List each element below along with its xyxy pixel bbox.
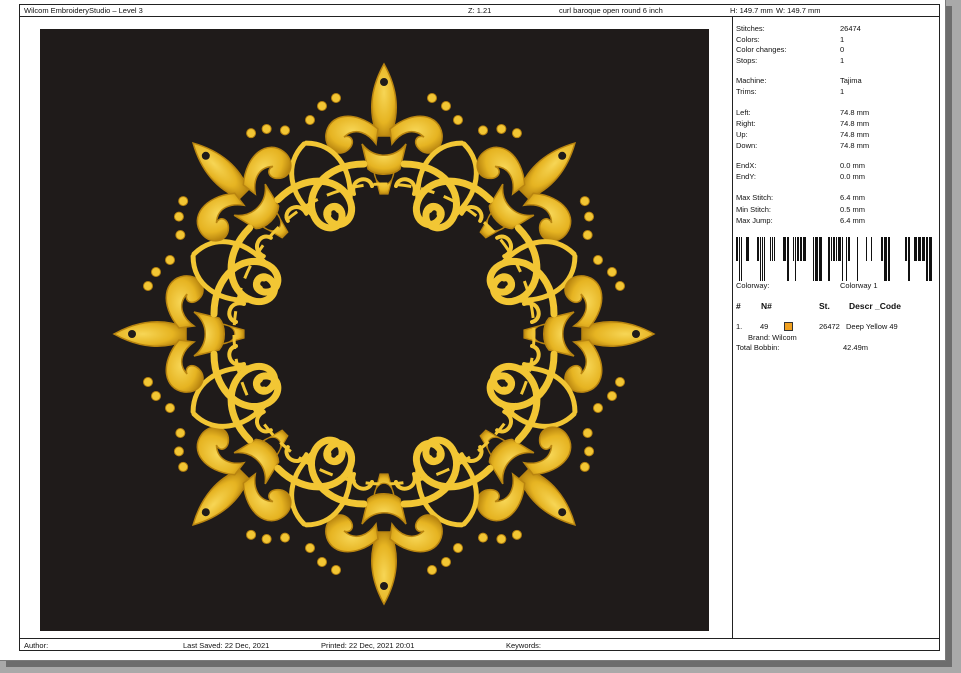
design-width: W: 149.7 mm — [776, 6, 821, 15]
keywords-label: Keywords: — [506, 641, 542, 650]
stat-value: 1 — [840, 87, 845, 96]
stat-label: EndY: — [736, 172, 757, 181]
stat-value: 6.4 mm — [840, 216, 866, 225]
app-title: Wilcom EmbroideryStudio – Level 3 — [24, 6, 143, 15]
page-shadow — [946, 6, 952, 666]
stat-label: Machine: — [736, 76, 767, 85]
stat-value: 74.8 mm — [840, 119, 870, 128]
thread-row-code: 49 — [760, 322, 769, 331]
total-bobbin-label: Total Bobbin: — [736, 343, 780, 352]
stat-value: 0.0 mm — [840, 172, 866, 181]
colorway-value: Colorway 1 — [840, 281, 878, 290]
design-name: curl baroque open round 6 inch — [559, 6, 663, 15]
design-canvas — [40, 29, 709, 631]
total-bobbin-value: 42.49m — [843, 343, 869, 352]
zoom-readout: Z: 1.21 — [468, 6, 492, 15]
thread-row-stitches: 26472 — [819, 322, 840, 331]
stat-value: 1 — [840, 56, 845, 65]
stat-label: Max Jump: — [736, 216, 773, 225]
stat-label: Stops: — [736, 56, 758, 65]
stat-label: Left: — [736, 108, 751, 117]
stat-value: 74.8 mm — [840, 141, 870, 150]
stat-label: Down: — [736, 141, 758, 150]
thread-row-descr: Deep Yellow 49 — [846, 322, 898, 331]
printed-date: Printed: 22 Dec, 2021 20:01 — [321, 641, 415, 650]
thread-row-index: 1. — [736, 322, 743, 331]
barcode-icon — [736, 237, 932, 281]
stat-label: Min Stitch: — [736, 205, 772, 214]
stat-value: 6.4 mm — [840, 193, 866, 202]
design-height: H: 149.7 mm — [730, 6, 773, 15]
header-divider — [19, 16, 940, 17]
thread-col-descr: Descr _Code — [849, 301, 901, 311]
stat-label: Max Stitch: — [736, 193, 774, 202]
last-saved: Last Saved: 22 Dec, 2021 — [183, 641, 270, 650]
print-preview-sheet: Wilcom EmbroideryStudio – Level 3 Z: 1.2… — [0, 0, 946, 661]
thread-col-index: # — [736, 301, 741, 311]
page-shadow — [6, 661, 952, 667]
stat-value: 0.5 mm — [840, 205, 866, 214]
footer-divider — [19, 638, 940, 639]
stat-label: Trims: — [736, 87, 757, 96]
thread-col-code: N# — [761, 301, 772, 311]
stat-label: Color changes: — [736, 45, 787, 54]
stat-value: 0 — [840, 45, 845, 54]
stat-value: 1 — [840, 35, 845, 44]
stat-value: Tajima — [840, 76, 862, 85]
author-label: Author: — [24, 641, 49, 650]
stat-value: 26474 — [840, 24, 861, 33]
stat-label: Colors: — [736, 35, 760, 44]
thread-color-swatch — [784, 322, 793, 331]
colorway-label: Colorway: — [736, 281, 770, 290]
panel-divider — [732, 16, 733, 638]
stat-label: Stitches: — [736, 24, 765, 33]
stat-label: Right: — [736, 119, 756, 128]
stat-value: 0.0 mm — [840, 161, 866, 170]
stat-value: 74.8 mm — [840, 130, 870, 139]
stat-value: 74.8 mm — [840, 108, 870, 117]
stat-label: Up: — [736, 130, 748, 139]
thread-col-stitches: St. — [819, 301, 830, 311]
thread-row-brand: Brand: Wilcom — [748, 333, 797, 342]
baroque-wreath-embroidery — [112, 62, 656, 606]
stat-label: EndX: — [736, 161, 757, 170]
